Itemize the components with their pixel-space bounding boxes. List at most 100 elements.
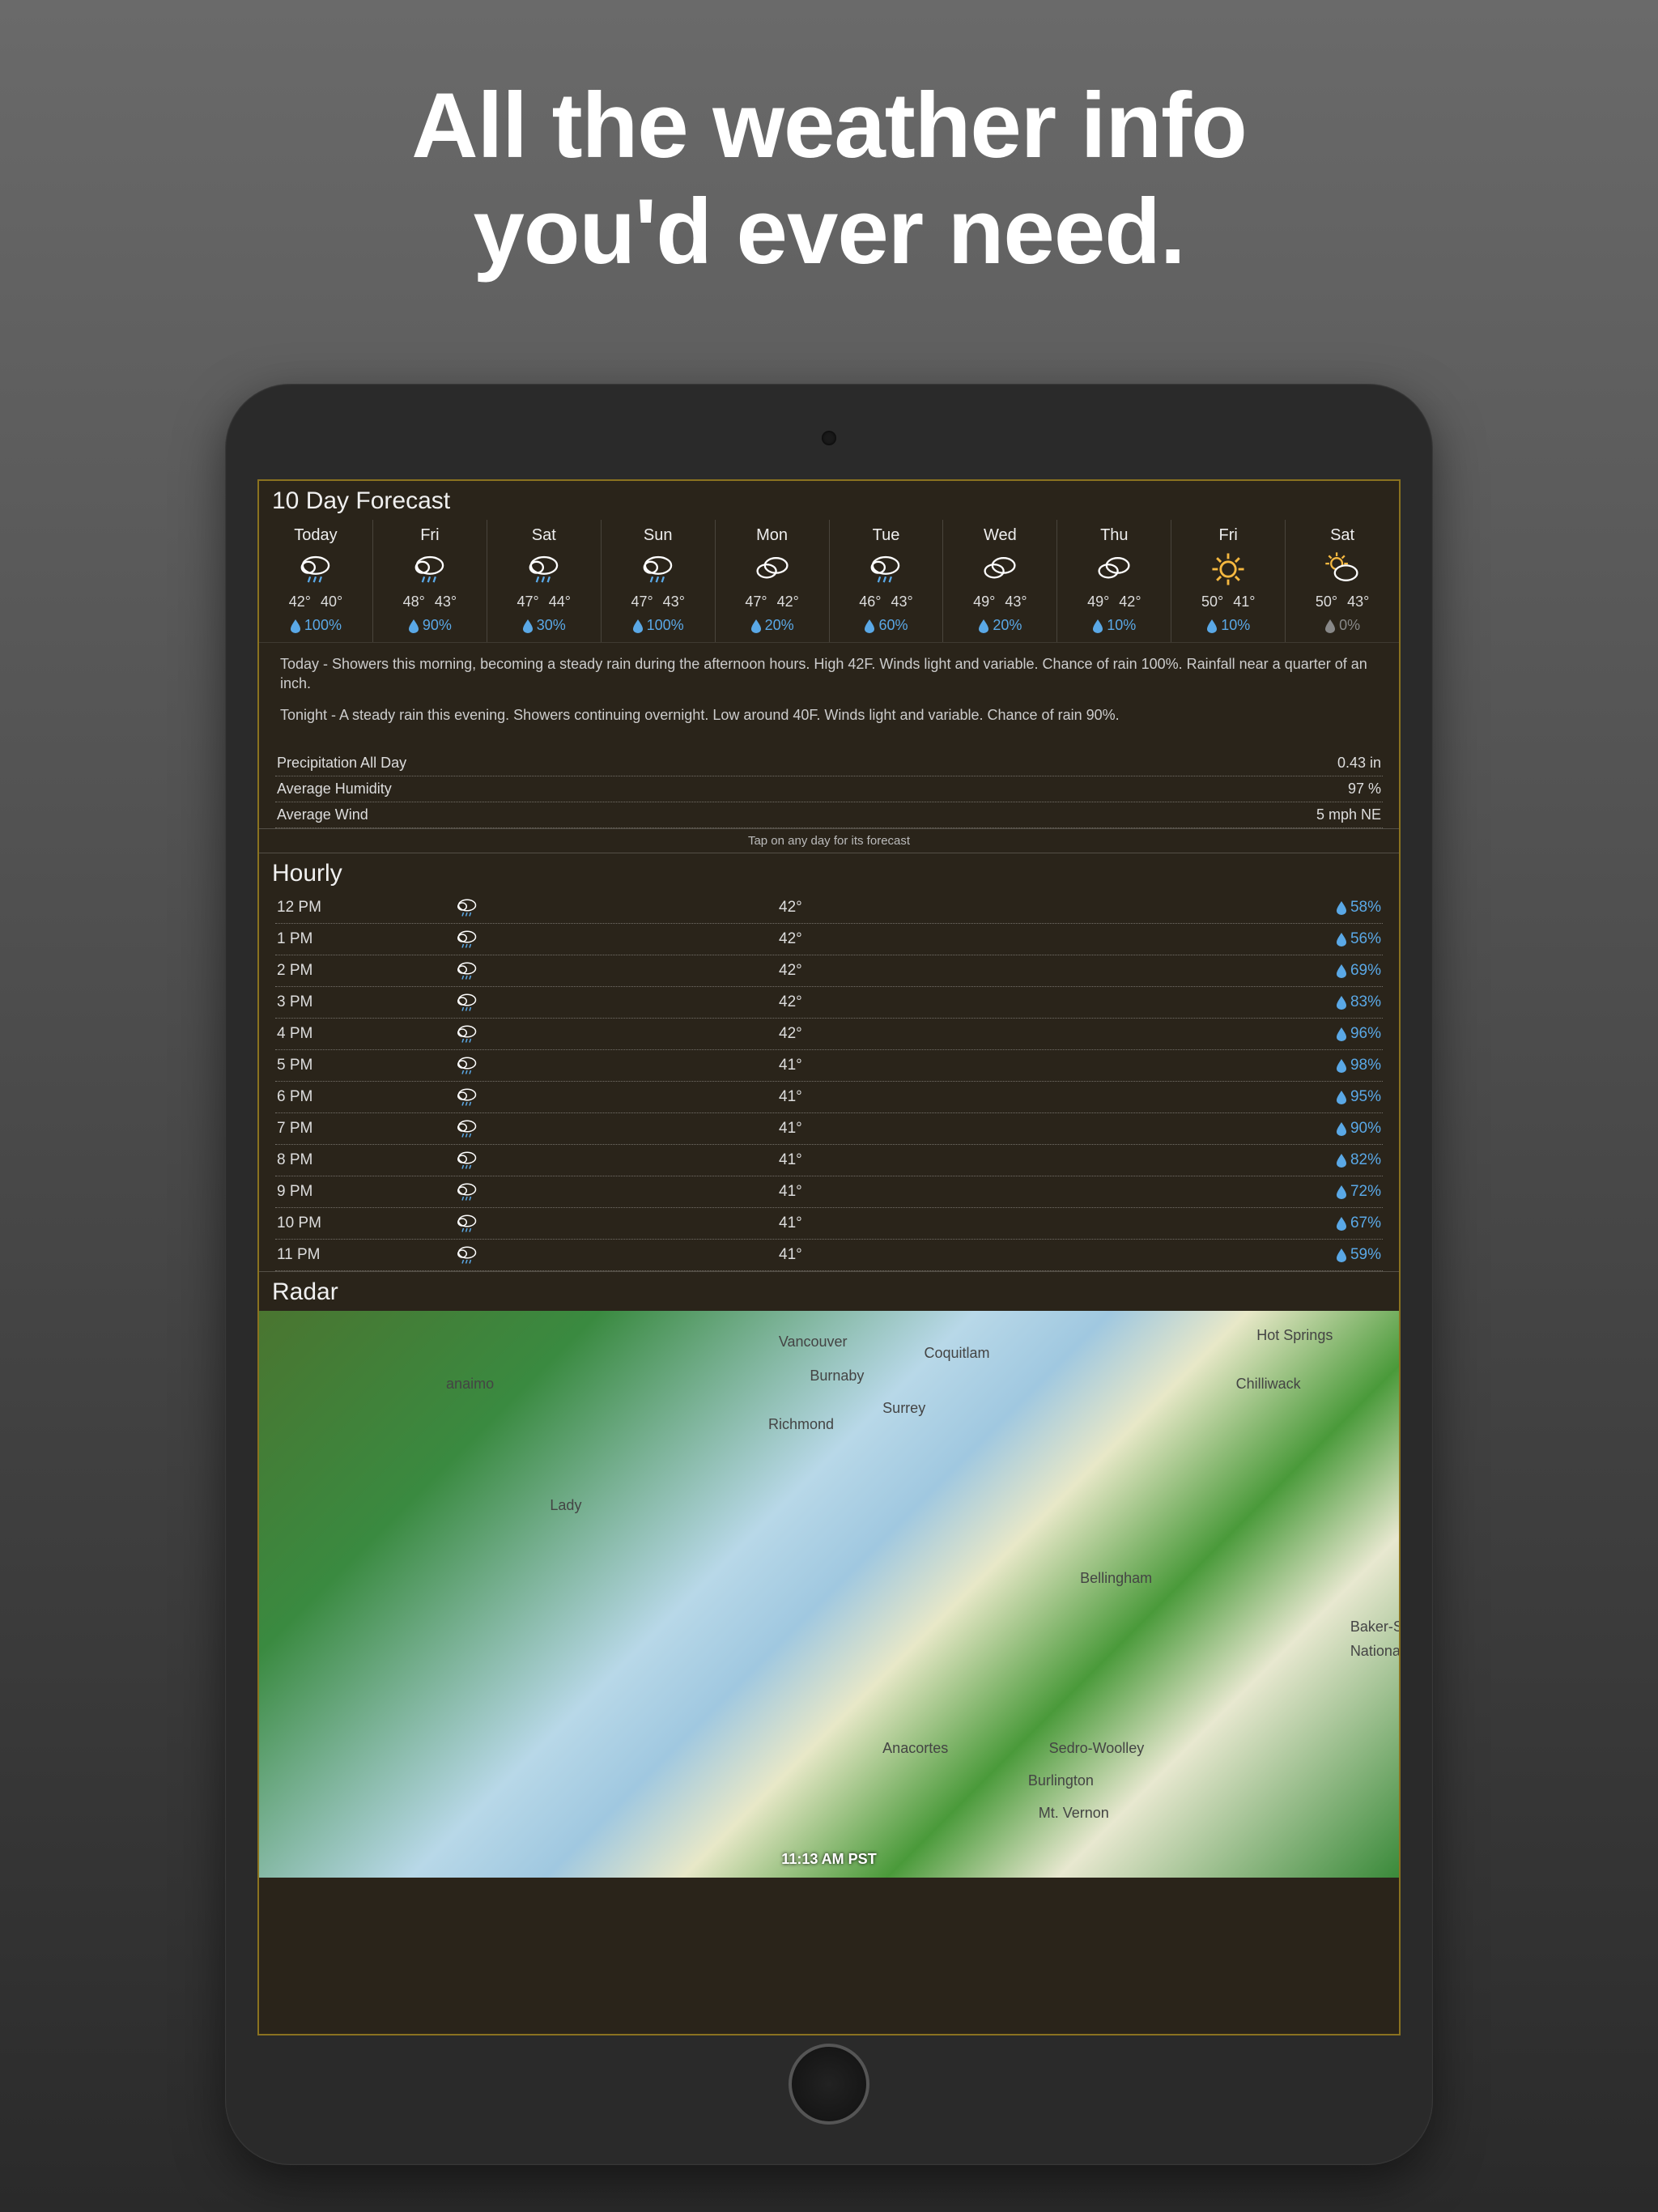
day-temps: 48°43° — [376, 593, 483, 610]
map-city-label: Burlington — [1028, 1772, 1094, 1789]
app-screen: 10 Day Forecast Today 42°40° 100% Fri 48… — [257, 479, 1401, 2035]
hour-precip: 83% — [1284, 993, 1381, 1011]
map-city-label: Surrey — [882, 1400, 925, 1417]
stat-row: Average Humidity97 % — [275, 776, 1383, 802]
narrative-today: Today - Showers this morning, becoming a… — [280, 654, 1378, 694]
day-label: Wed — [946, 526, 1053, 545]
hour-time: 8 PM — [277, 1151, 455, 1169]
hour-precip: 82% — [1284, 1151, 1381, 1169]
map-city-label: Baker-Sn — [1350, 1619, 1399, 1636]
hour-time: 9 PM — [277, 1183, 455, 1201]
stat-label: Average Humidity — [277, 781, 1348, 798]
stat-value: 0.43 in — [1337, 755, 1381, 772]
hour-precip: 58% — [1284, 899, 1381, 917]
forecast-title: 10 Day Forecast — [259, 481, 1399, 520]
day-column[interactable]: Thu 49°42° 10% — [1057, 520, 1171, 642]
hour-row[interactable]: 6 PM 41° 95% — [275, 1082, 1383, 1113]
hour-weather-icon — [455, 927, 649, 951]
hour-temp: 41° — [649, 1246, 1284, 1264]
day-column[interactable]: Tue 46°43° 60% — [830, 520, 944, 642]
weather-icon — [491, 550, 597, 589]
hour-row[interactable]: 7 PM 41° 90% — [275, 1113, 1383, 1145]
weather-icon — [1061, 550, 1167, 589]
day-precip: 20% — [719, 617, 826, 634]
map-city-label: Bellingham — [1080, 1570, 1152, 1587]
hour-row[interactable]: 5 PM 41° 98% — [275, 1050, 1383, 1082]
weather-icon — [833, 550, 940, 589]
day-precip: 90% — [376, 617, 483, 634]
map-city-label: Nationa — [1350, 1643, 1399, 1660]
hour-time: 6 PM — [277, 1088, 455, 1106]
day-temps: 47°44° — [491, 593, 597, 610]
hour-time: 2 PM — [277, 962, 455, 980]
day-precip: 10% — [1061, 617, 1167, 634]
day-label: Fri — [1175, 526, 1282, 545]
hour-weather-icon — [455, 1022, 649, 1046]
hour-weather-icon — [455, 959, 649, 983]
hour-row[interactable]: 2 PM 42° 69% — [275, 955, 1383, 987]
map-city-label: Mt. Vernon — [1039, 1805, 1109, 1822]
weather-icon — [946, 550, 1053, 589]
headline-2: you'd ever need. — [0, 179, 1658, 285]
tablet-frame: 10 Day Forecast Today 42°40° 100% Fri 48… — [225, 384, 1433, 2165]
camera-icon — [822, 431, 836, 445]
radar-timestamp: 11:13 AM PST — [781, 1851, 876, 1868]
day-column[interactable]: Fri 48°43° 90% — [373, 520, 487, 642]
hour-row[interactable]: 1 PM 42° 56% — [275, 924, 1383, 955]
hour-row[interactable]: 12 PM 42° 58% — [275, 892, 1383, 924]
hourly-list[interactable]: 12 PM 42° 58% 1 PM 42° 56% 2 PM 42° — [259, 892, 1399, 1271]
hour-temp: 41° — [649, 1088, 1284, 1106]
hour-time: 7 PM — [277, 1120, 455, 1138]
weather-icon — [376, 550, 483, 589]
day-column[interactable]: Today 42°40° 100% — [259, 520, 373, 642]
day-precip: 20% — [946, 617, 1053, 634]
hour-row[interactable]: 10 PM 41° 67% — [275, 1208, 1383, 1240]
hour-weather-icon — [455, 990, 649, 1015]
tap-hint: Tap on any day for its forecast — [259, 828, 1399, 853]
day-precip: 60% — [833, 617, 940, 634]
day-column[interactable]: Sat 47°44° 30% — [487, 520, 602, 642]
day-column[interactable]: Sun 47°43° 100% — [602, 520, 716, 642]
hour-weather-icon — [455, 1180, 649, 1204]
radar-title: Radar — [259, 1272, 1399, 1311]
stat-label: Average Wind — [277, 806, 1316, 823]
home-button[interactable] — [789, 2044, 869, 2125]
day-precip: 30% — [491, 617, 597, 634]
hour-precip: 56% — [1284, 930, 1381, 948]
hour-weather-icon — [455, 1243, 649, 1267]
hour-weather-icon — [455, 1085, 649, 1109]
map-city-label: Vancouver — [779, 1334, 848, 1351]
hour-precip: 67% — [1284, 1214, 1381, 1232]
hour-row[interactable]: 8 PM 41° 82% — [275, 1145, 1383, 1176]
day-temps: 46°43° — [833, 593, 940, 610]
day-column[interactable]: Fri 50°41° 10% — [1171, 520, 1286, 642]
day-column[interactable]: Wed 49°43° 20% — [943, 520, 1057, 642]
day-column[interactable]: Mon 47°42° 20% — [716, 520, 830, 642]
stat-value: 97 % — [1348, 781, 1381, 798]
day-label: Sun — [605, 526, 712, 545]
hour-temp: 42° — [649, 1025, 1284, 1043]
weather-icon — [719, 550, 826, 589]
map-city-label: Burnaby — [810, 1368, 864, 1385]
hour-precip: 69% — [1284, 962, 1381, 980]
hour-temp: 42° — [649, 993, 1284, 1011]
hour-weather-icon — [455, 1117, 649, 1141]
hour-weather-icon — [455, 895, 649, 920]
stat-row: Precipitation All Day0.43 in — [275, 751, 1383, 776]
hour-row[interactable]: 11 PM 41° 59% — [275, 1240, 1383, 1271]
day-column[interactable]: Sat 50°43° 0% — [1286, 520, 1399, 642]
hour-precip: 90% — [1284, 1120, 1381, 1138]
hour-row[interactable]: 9 PM 41° 72% — [275, 1176, 1383, 1208]
hour-row[interactable]: 3 PM 42° 83% — [275, 987, 1383, 1019]
hour-precip: 72% — [1284, 1183, 1381, 1201]
map-city-label: Lady — [550, 1497, 581, 1514]
hour-row[interactable]: 4 PM 42° 96% — [275, 1019, 1383, 1050]
day-temps: 50°41° — [1175, 593, 1282, 610]
hour-time: 3 PM — [277, 993, 455, 1011]
day-label: Fri — [376, 526, 483, 545]
hour-weather-icon — [455, 1148, 649, 1172]
day-label: Tue — [833, 526, 940, 545]
hour-precip: 96% — [1284, 1025, 1381, 1043]
day-temps: 50°43° — [1289, 593, 1396, 610]
radar-map[interactable]: 11:13 AM PST VancouverCoquitlamBurnabySu… — [259, 1311, 1399, 1878]
